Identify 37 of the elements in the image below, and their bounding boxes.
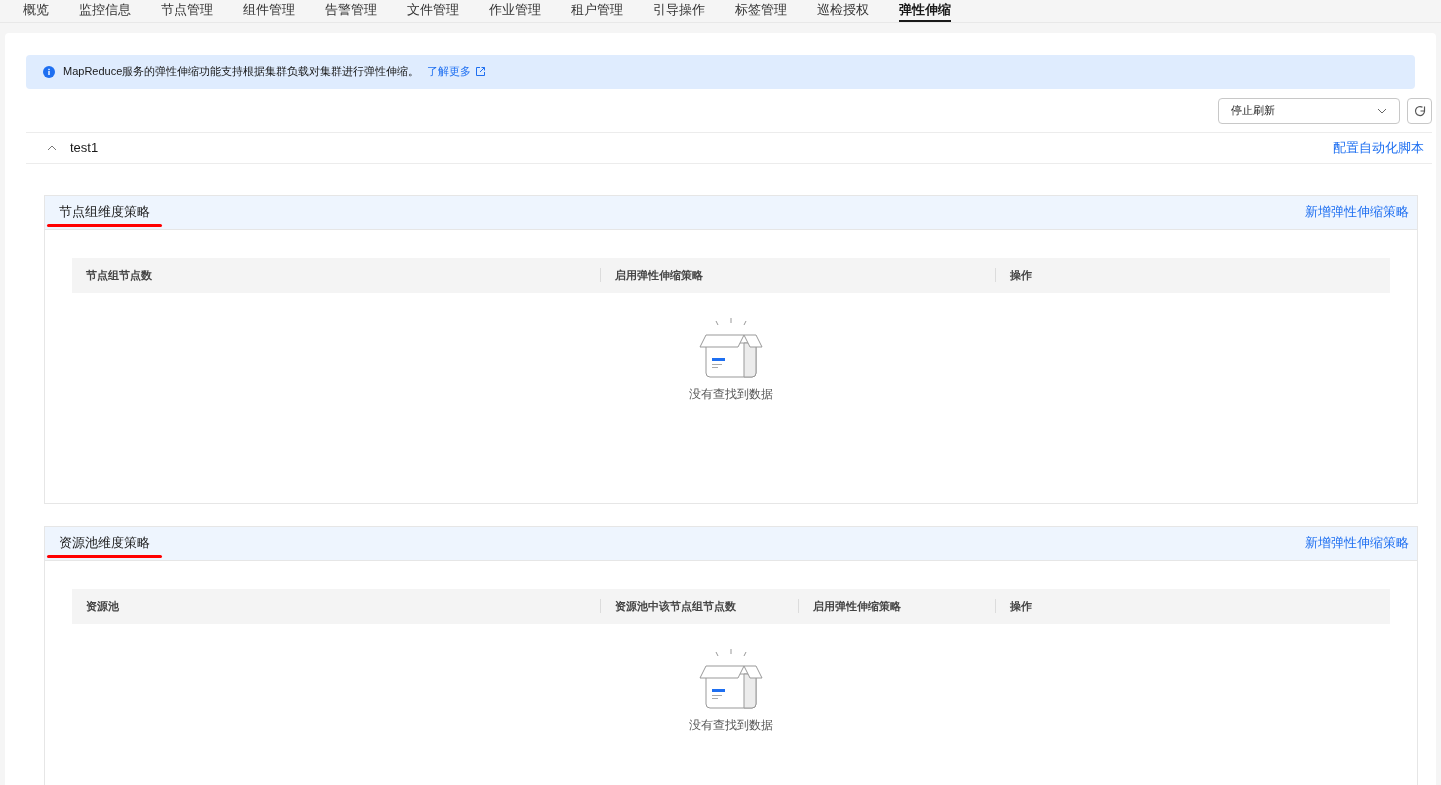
nav-tab[interactable]: 租户管理 xyxy=(571,0,623,22)
collapse-toggle[interactable] xyxy=(47,144,57,151)
empty-state-text: 没有查找到数据 xyxy=(689,716,773,734)
cluster-name: test1 xyxy=(70,138,99,157)
nav-tab[interactable]: 组件管理 xyxy=(243,0,295,22)
refresh-icon xyxy=(1413,104,1426,117)
nav-tab[interactable]: 巡检授权 xyxy=(817,0,869,22)
nav-tab[interactable]: 文件管理 xyxy=(407,0,459,22)
column-header: 启用弹性伸缩策略 xyxy=(614,267,703,283)
add-policy-link[interactable]: 新增弹性伸缩策略 xyxy=(1305,533,1409,553)
external-link-icon xyxy=(475,66,487,77)
column-header: 启用弹性伸缩策略 xyxy=(811,598,901,614)
refresh-button[interactable] xyxy=(1407,97,1432,124)
learn-more-link[interactable]: 了解更多 xyxy=(427,63,487,80)
nav-tab[interactable]: 概览 xyxy=(23,0,49,22)
column-header: 节点组节点数 xyxy=(85,267,152,283)
chevron-down-icon xyxy=(1377,107,1387,114)
refresh-select[interactable]: 停止刷新 xyxy=(1218,97,1400,124)
column-header: 资源池 xyxy=(85,598,119,614)
section-title: 节点组维度策略 xyxy=(59,203,150,222)
nav-tab[interactable]: 弹性伸缩 xyxy=(899,0,951,22)
nav-tab[interactable]: 引导操作 xyxy=(653,0,705,22)
add-policy-link[interactable]: 新增弹性伸缩策略 xyxy=(1305,202,1409,222)
nav-tab[interactable]: 告警管理 xyxy=(325,0,377,22)
nav-tab[interactable]: 节点管理 xyxy=(161,0,213,22)
nav-tab[interactable]: 作业管理 xyxy=(489,0,541,22)
empty-state-text: 没有查找到数据 xyxy=(689,385,773,403)
info-text: MapReduce服务的弹性伸缩功能支持根据集群负载对集群进行弹性伸缩。 xyxy=(63,64,420,80)
info-icon xyxy=(43,65,55,78)
column-header: 操作 xyxy=(1009,267,1032,283)
column-header: 操作 xyxy=(1009,598,1032,614)
column-header: 资源池中该节点组节点数 xyxy=(614,598,736,614)
nav-tab[interactable]: 标签管理 xyxy=(735,0,787,22)
chevron-up-icon xyxy=(47,144,57,151)
nav-tab[interactable]: 监控信息 xyxy=(79,0,131,22)
section-title: 资源池维度策略 xyxy=(59,534,150,553)
configure-script-link[interactable]: 配置自动化脚本 xyxy=(1333,137,1424,158)
